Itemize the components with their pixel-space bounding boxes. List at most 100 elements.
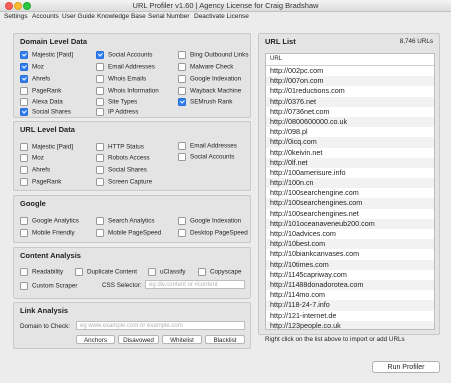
checkbox-box[interactable]: [96, 165, 104, 174]
checkbox-box[interactable]: [96, 216, 104, 225]
domain-wayback-machine-checkbox[interactable]: Wayback Machine: [178, 86, 241, 95]
domain-majestic-checkbox[interactable]: Majestic [Paid]: [20, 50, 73, 59]
checkbox-box[interactable]: [20, 281, 28, 290]
checkbox-box[interactable]: [178, 50, 186, 59]
anchors-button[interactable]: Anchors: [76, 335, 115, 344]
domain-ahrefs-checkbox[interactable]: Ahrefs: [20, 74, 50, 83]
checkbox-box[interactable]: [20, 62, 28, 71]
domain-whois-information-checkbox[interactable]: Whois Information: [96, 86, 159, 95]
url-social-accounts-checkbox[interactable]: Social Accounts: [178, 152, 234, 161]
checkbox-box[interactable]: [96, 74, 104, 83]
menu-accounts[interactable]: Accounts: [32, 13, 59, 20]
menu-deactivate-license[interactable]: Deactivate License: [194, 13, 249, 20]
url-row[interactable]: http://100searchengines.net: [266, 209, 434, 219]
url-moz-checkbox[interactable]: Moz: [20, 153, 44, 162]
url-row[interactable]: http://10advices.com: [266, 229, 434, 239]
desktop-pagespeed-checkbox[interactable]: Desktop PageSpeed: [178, 228, 248, 237]
url-social-shares-checkbox[interactable]: Social Shares: [96, 165, 147, 174]
checkbox-box[interactable]: [20, 74, 28, 83]
domain-google-indexation-checkbox[interactable]: Google Indexation: [178, 74, 241, 83]
url-email-addresses-checkbox[interactable]: Email Addresses: [178, 141, 237, 150]
url-row[interactable]: http://0800600000.co.uk: [266, 116, 434, 128]
disavowed-button[interactable]: Disavowed: [118, 335, 159, 344]
url-column-header[interactable]: URL: [266, 54, 434, 66]
checkbox-box[interactable]: [20, 107, 28, 116]
url-row[interactable]: http://10best.com: [266, 239, 434, 250]
url-ahrefs-checkbox[interactable]: Ahrefs: [20, 165, 50, 174]
custom-scraper-checkbox[interactable]: Custom Scraper: [20, 281, 78, 290]
domain-email-addresses-checkbox[interactable]: Email Addresses: [96, 62, 155, 71]
url-row[interactable]: http://10biankcanvases.com: [266, 249, 434, 259]
checkbox-box[interactable]: [20, 177, 28, 186]
checkbox-box[interactable]: [96, 142, 104, 151]
menu-knowledge-base[interactable]: Knowledge Base: [97, 13, 146, 20]
url-row[interactable]: http://11488donadorotea.com: [266, 279, 434, 291]
run-profiler-button[interactable]: Run Profiler: [372, 361, 440, 373]
domain-alexa-data-checkbox[interactable]: Alexa Data: [20, 97, 63, 106]
domain-semrush-rank-checkbox[interactable]: SEMrush Rank: [178, 97, 232, 106]
checkbox-box[interactable]: [96, 177, 104, 186]
checkbox-box[interactable]: [20, 216, 28, 225]
checkbox-box[interactable]: [178, 86, 186, 95]
checkbox-box[interactable]: [178, 62, 186, 71]
url-row[interactable]: http://114mo.com: [266, 290, 434, 300]
url-row[interactable]: http://002pc.com: [266, 66, 434, 76]
uclassify-checkbox[interactable]: uClassify: [148, 267, 186, 276]
checkbox-box[interactable]: [20, 267, 28, 276]
checkbox-box[interactable]: [20, 153, 28, 162]
url-screen-capture-checkbox[interactable]: Screen Capture: [96, 177, 152, 186]
domain-moz-checkbox[interactable]: Moz: [20, 62, 44, 71]
url-row[interactable]: http://007on.com: [266, 76, 434, 87]
css-selector-input[interactable]: eg div.content or #content: [145, 280, 245, 289]
checkbox-box[interactable]: [178, 97, 186, 106]
domain-pagerank-checkbox[interactable]: PageRank: [20, 86, 61, 95]
search-analytics-checkbox[interactable]: Search Analytics: [96, 216, 155, 225]
url-list-table[interactable]: URL http://002pc.com http://007on.com http…: [265, 53, 435, 330]
duplicate-content-checkbox[interactable]: Duplicate Content: [75, 267, 137, 276]
whitelist-button[interactable]: Whitelist: [162, 335, 202, 344]
url-row[interactable]: http://100searchengines.com: [266, 198, 434, 209]
menu-user-guide[interactable]: User Guide: [62, 13, 95, 20]
checkbox-box[interactable]: [96, 107, 104, 116]
checkbox-box[interactable]: [178, 216, 186, 225]
checkbox-box[interactable]: [96, 50, 104, 59]
checkbox-box[interactable]: [148, 267, 156, 276]
domain-social-accounts-checkbox[interactable]: Social Accounts: [96, 50, 152, 59]
url-row[interactable]: http://100n.cn: [266, 178, 434, 189]
menu-settings[interactable]: Settings: [4, 13, 28, 20]
domain-malware-check-checkbox[interactable]: Malware Check: [178, 62, 233, 71]
checkbox-box[interactable]: [75, 267, 83, 276]
google-indexation-checkbox[interactable]: Google Indexation: [178, 216, 241, 225]
domain-social-shares-checkbox[interactable]: Social Shares: [20, 107, 71, 116]
checkbox-box[interactable]: [20, 97, 28, 106]
domain-site-types-checkbox[interactable]: Site Types: [96, 97, 137, 106]
checkbox-box[interactable]: [178, 74, 186, 83]
mobile-pagespeed-checkbox[interactable]: Mobile PageSpeed: [96, 228, 161, 237]
url-row[interactable]: http://0keivin.net: [266, 148, 434, 158]
url-row[interactable]: http://123people.co.uk: [266, 320, 434, 329]
url-row[interactable]: http://1145capriway.com: [266, 270, 434, 280]
url-row[interactable]: http://01reductions.com: [266, 86, 434, 96]
checkbox-box[interactable]: [96, 228, 104, 237]
url-row[interactable]: http://0icq.com: [266, 137, 434, 148]
domain-bing-outbound-checkbox[interactable]: Bing Outbound Links: [178, 50, 248, 59]
url-row[interactable]: http://0376.net: [266, 96, 434, 107]
checkbox-box[interactable]: [96, 97, 104, 106]
readability-checkbox[interactable]: Readability: [20, 267, 63, 276]
checkbox-box[interactable]: [20, 165, 28, 174]
url-row[interactable]: http://098.pl: [266, 127, 434, 137]
url-row[interactable]: http://100amerisure.info: [266, 168, 434, 178]
domain-ip-address-checkbox[interactable]: IP Address: [96, 107, 138, 116]
url-row[interactable]: http://121-internet.de: [266, 311, 434, 321]
checkbox-box[interactable]: [96, 62, 104, 71]
checkbox-box[interactable]: [20, 228, 28, 237]
url-row[interactable]: http://10times.com: [266, 259, 434, 270]
checkbox-box[interactable]: [178, 141, 186, 150]
checkbox-box[interactable]: [20, 50, 28, 59]
checkbox-box[interactable]: [178, 152, 186, 161]
url-pagerank-checkbox[interactable]: PageRank: [20, 177, 61, 186]
url-row[interactable]: http://100searchengine.com: [266, 188, 434, 198]
copyscape-checkbox[interactable]: Copyscape: [198, 267, 242, 276]
checkbox-box[interactable]: [198, 267, 206, 276]
url-robots-access-checkbox[interactable]: Robots Access: [96, 153, 150, 162]
